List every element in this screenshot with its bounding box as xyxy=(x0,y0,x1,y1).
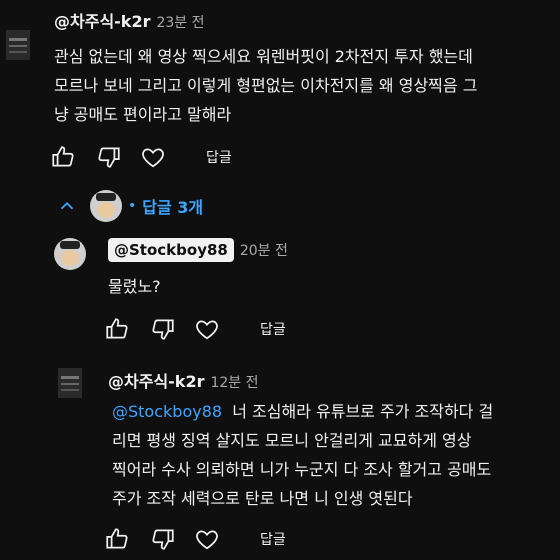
comment-header: @차주식-k2r 23분 전 xyxy=(54,8,205,32)
heart-button[interactable] xyxy=(140,144,166,170)
heart-icon xyxy=(196,320,218,340)
replies-toggle[interactable]: • 답글 3개 xyxy=(56,190,203,222)
like-button[interactable] xyxy=(104,316,130,342)
dislike-button[interactable] xyxy=(96,144,122,170)
reply-time[interactable]: 12분 전 xyxy=(210,375,258,391)
like-button[interactable] xyxy=(104,526,130,552)
comment-avatar[interactable] xyxy=(6,30,30,60)
reply-text: @Stockboy88 너 조심해라 유튜브로 주가 조작하다 걸 리면 평생 … xyxy=(112,397,552,513)
creator-avatar xyxy=(90,190,122,222)
reply-avatar[interactable] xyxy=(58,368,82,398)
reply-author[interactable]: @차주식-k2r xyxy=(108,372,204,391)
reply-line: @Stockboy88 너 조심해라 유튜브로 주가 조작하다 걸 xyxy=(112,402,494,421)
like-button[interactable] xyxy=(50,144,76,170)
reply-line: 리면 평생 징역 살지도 모르니 안걸리게 교묘하게 영상 xyxy=(112,431,472,450)
comment-text: 관심 없는데 왜 영상 찍으세요 워렌버핏이 2차전지 투자 했는데 모르나 보… xyxy=(54,42,554,129)
chevron-up-icon xyxy=(60,201,74,210)
reply-author-chip[interactable]: @Stockboy88 xyxy=(108,238,234,262)
thumbs-up-icon xyxy=(106,528,128,549)
dislike-button[interactable] xyxy=(150,316,176,342)
reply-header: @Stockboy88 20분 전 xyxy=(108,238,288,262)
heart-button[interactable] xyxy=(194,526,220,552)
reply-actions: 답글 xyxy=(104,526,286,552)
reply-button[interactable]: 답글 xyxy=(260,319,286,339)
thumbs-up-icon xyxy=(106,318,128,339)
thumbs-down-icon xyxy=(98,147,120,168)
thumbs-down-icon xyxy=(152,529,174,550)
comment-author[interactable]: @차주식-k2r xyxy=(54,12,150,31)
reply-time[interactable]: 20분 전 xyxy=(240,240,288,260)
comment-line: 관심 없는데 왜 영상 찍으세요 워렌버핏이 2차전지 투자 했는데 xyxy=(54,47,473,66)
reply-line: 찍어라 수사 의뢰하면 니가 누군지 다 조사 할거고 공매도 xyxy=(112,460,492,479)
dislike-button[interactable] xyxy=(150,526,176,552)
thumbs-down-icon xyxy=(152,319,174,340)
comment-time[interactable]: 23분 전 xyxy=(156,15,204,31)
reply-header: @차주식-k2r 12분 전 xyxy=(108,368,259,392)
reply-avatar[interactable] xyxy=(54,238,86,270)
comment-actions: 답글 xyxy=(50,144,232,170)
reply-text: 물렸노? xyxy=(108,277,161,296)
heart-icon xyxy=(196,530,218,550)
reply-button[interactable]: 답글 xyxy=(260,529,286,549)
reply-line: 주가 조작 세력으로 탄로 나면 니 인생 엿된다 xyxy=(112,489,413,508)
heart-icon xyxy=(142,148,164,168)
dot-separator: • xyxy=(128,198,137,214)
reply-actions: 답글 xyxy=(104,316,286,342)
reply-button[interactable]: 답글 xyxy=(206,147,232,167)
heart-button[interactable] xyxy=(194,316,220,342)
replies-count[interactable]: 답글 3개 xyxy=(142,194,203,218)
comment-line: 냥 공매도 편이라고 말해라 xyxy=(54,105,232,124)
mention-link[interactable]: @Stockboy88 xyxy=(112,402,222,421)
comment-line: 모르나 보네 그리고 이렇게 형편없는 이차전지를 왜 영상찍음 그 xyxy=(54,76,478,95)
thumbs-up-icon xyxy=(52,146,74,167)
